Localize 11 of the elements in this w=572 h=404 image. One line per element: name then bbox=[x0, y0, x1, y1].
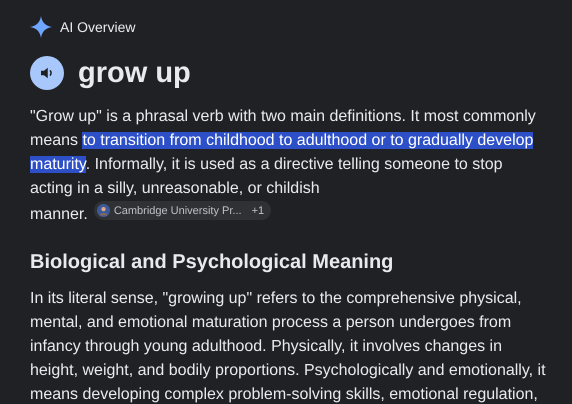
speaker-button[interactable] bbox=[30, 56, 64, 90]
source-chip[interactable]: Cambridge University Pr... +1 bbox=[94, 201, 272, 220]
text-highlight: maturity bbox=[30, 156, 86, 173]
text-highlight: to transition from childhood to adulthood or to gradually develop bbox=[82, 132, 534, 149]
section-title: AI Overview bbox=[60, 19, 136, 35]
summary-paragraph: "Grow up" is a phrasal verb with two main definitions. It most commonly means to transition from childhood to adulthood or to gradually develop maturity. Informally, it is used as a directive telling someone to stop acting in a silly, unreasonable, or childish manner. Cambridge University Pr... +1 bbox=[30, 107, 537, 225]
body-paragraph: In its literal sense, "growing up" refers to the comprehensive physical, mental, and emotional maturation process a person undergoes from infancy through young adulthood. Physically, it involves changes in height, weight, and bodily proportions. Psychologically and emotionally, it means developing complex problem-solving skills, emotional regulation, bbox=[30, 289, 547, 404]
sparkle-icon bbox=[30, 16, 52, 38]
term-title: grow up bbox=[78, 56, 191, 90]
avatar-icon bbox=[96, 204, 110, 217]
section-heading: Biological and Psychological Meaning bbox=[30, 250, 394, 275]
